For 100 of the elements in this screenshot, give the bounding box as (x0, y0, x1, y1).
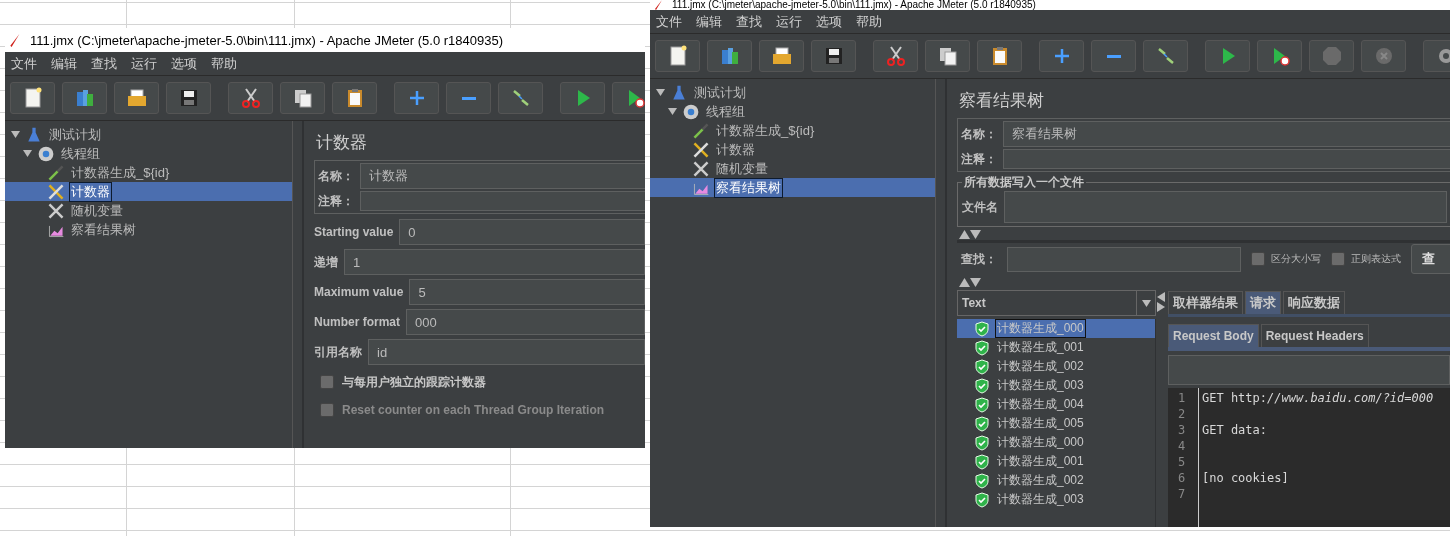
name-field[interactable]: 察看结果树 (1003, 121, 1450, 147)
file-field[interactable] (1004, 191, 1447, 223)
toolbar-button[interactable] (655, 40, 700, 72)
sample-item[interactable]: 计数器生成_005 (957, 414, 1155, 433)
tree-item[interactable]: 随机变量 (5, 201, 292, 220)
minus-icon (1106, 54, 1121, 58)
sample-item[interactable]: 计数器生成_003 (957, 376, 1155, 395)
tree-item[interactable]: 线程组 (650, 102, 935, 121)
tree-item[interactable]: 计数器 (650, 140, 935, 159)
renderer-dropdown[interactable]: Text (957, 290, 1156, 316)
checkbox-label: 正则表达式 (1351, 252, 1401, 266)
search-button[interactable]: 查 (1411, 244, 1450, 274)
text-field[interactable] (1168, 355, 1450, 385)
field-label: 递增 (314, 253, 338, 271)
text-field[interactable]: 0 (399, 219, 645, 245)
sample-item[interactable]: 计数器生成_001 (957, 452, 1155, 471)
toolbar-button[interactable] (280, 82, 325, 114)
menu-item[interactable]: 文件 (656, 13, 682, 31)
shield-check-icon (975, 434, 989, 451)
tree-item[interactable]: 测试计划 (650, 83, 935, 102)
line-number: 4 (1177, 438, 1187, 454)
tree-item[interactable]: 随机变量 (650, 159, 935, 178)
toolbar-button[interactable] (166, 82, 211, 114)
shield-check-icon (975, 320, 989, 337)
panel-title: 察看结果树 (959, 90, 1045, 112)
sample-item[interactable]: 计数器生成_003 (957, 490, 1155, 509)
sample-item[interactable]: 计数器生成_000 (957, 433, 1155, 452)
checkbox-label: 与每用户独立的跟踪计数器 (342, 373, 486, 391)
minus-icon (461, 96, 476, 100)
checkbox-label: Reset counter on each Thread Group Iteration (342, 403, 605, 417)
name-field[interactable]: 计数器 (360, 163, 645, 189)
toolbar-button[interactable] (332, 82, 377, 114)
sample-item[interactable]: 计数器生成_004 (957, 395, 1155, 414)
sample-item[interactable]: 计数器生成_002 (957, 357, 1155, 376)
tree-item[interactable]: 计数器生成_${id} (5, 163, 292, 182)
toolbar-button[interactable] (1257, 40, 1302, 72)
collapse-left-icon[interactable] (1156, 292, 1166, 302)
line-number: 6 (1177, 470, 1187, 486)
tab[interactable]: Request Headers (1260, 324, 1369, 347)
checkbox[interactable] (320, 375, 334, 389)
tab[interactable]: 响应数据 (1283, 291, 1345, 314)
text-field[interactable]: 5 (409, 279, 645, 305)
pipette-icon (47, 163, 65, 182)
window-title: 111.jmx (C:\jmeter\apache-jmeter-5.0\bin\111.jmx) - Apache JMeter (5.0 r1840935) (30, 33, 504, 47)
collapse-arrow-icon[interactable] (959, 277, 970, 288)
tools-icon (692, 140, 710, 159)
menu-item[interactable]: 编辑 (696, 13, 722, 31)
toolbar-button[interactable] (759, 40, 804, 72)
flask-icon (670, 83, 688, 102)
panel-title: 计数器 (316, 132, 368, 154)
menu-item[interactable]: 帮助 (211, 55, 237, 73)
toolbar-button[interactable] (811, 40, 856, 72)
menu-item[interactable]: 查找 (736, 13, 762, 31)
menu-item[interactable]: 文件 (11, 55, 37, 73)
menu-item[interactable]: 帮助 (856, 13, 882, 31)
window-title: 111.jmx (C:\jmeter\apache-jmeter-5.0\bin\111.jmx) - Apache JMeter (5.0 r1840935) (672, 0, 1036, 10)
code-line: GET data: (1202, 423, 1268, 437)
comment-field[interactable] (1003, 149, 1450, 169)
text-field[interactable]: 1 (344, 249, 645, 275)
search-field[interactable] (1007, 246, 1241, 272)
tree-item[interactable]: 测试计划 (5, 125, 292, 144)
toolbar-button[interactable] (925, 40, 970, 72)
tab[interactable]: 请求 (1245, 291, 1281, 314)
tab[interactable]: Request Body (1168, 324, 1259, 347)
tools-icon (47, 201, 65, 220)
line-number: 7 (1177, 486, 1187, 502)
field-label: 注释： (961, 150, 997, 168)
flask-icon (25, 125, 43, 144)
menu-item[interactable]: 选项 (171, 55, 197, 73)
comment-field[interactable] (360, 191, 645, 211)
sample-item[interactable]: 计数器生成_002 (957, 471, 1155, 490)
toolbar-button[interactable] (114, 82, 159, 114)
shield-check-icon (975, 491, 989, 508)
field-label: 名称： (318, 167, 354, 185)
tree-item[interactable]: 计数器生成_${id} (650, 121, 935, 140)
collapse-arrow-icon[interactable] (959, 229, 970, 240)
tree-item[interactable]: 察看结果树 (650, 178, 935, 197)
expand-right-icon[interactable] (1156, 302, 1166, 312)
menu-item[interactable]: 运行 (131, 55, 157, 73)
text-field[interactable]: 000 (406, 309, 645, 335)
tree-item[interactable]: 线程组 (5, 144, 292, 163)
text-field[interactable]: id (368, 339, 645, 365)
expand-arrow-icon[interactable] (970, 277, 981, 288)
dropdown-arrow-icon[interactable] (1141, 298, 1151, 308)
expand-arrow-icon[interactable] (970, 229, 981, 240)
tree-item[interactable]: 察看结果树 (5, 220, 292, 239)
sample-item[interactable]: 计数器生成_001 (957, 338, 1155, 357)
toolbar-button[interactable] (10, 82, 55, 114)
menu-item[interactable]: 运行 (776, 13, 802, 31)
toolbar-button[interactable] (977, 40, 1022, 72)
checkbox[interactable] (1331, 252, 1345, 266)
menu-item[interactable]: 查找 (91, 55, 117, 73)
menu-item[interactable]: 编辑 (51, 55, 77, 73)
tree-item[interactable]: 计数器 (5, 182, 292, 201)
code-line: [no cookies] (1202, 471, 1289, 485)
pipette-icon (692, 121, 710, 140)
menu-item[interactable]: 选项 (816, 13, 842, 31)
toolbar-button[interactable] (612, 82, 645, 114)
tab[interactable]: 取样器结果 (1168, 291, 1243, 314)
checkbox[interactable] (1251, 252, 1265, 266)
